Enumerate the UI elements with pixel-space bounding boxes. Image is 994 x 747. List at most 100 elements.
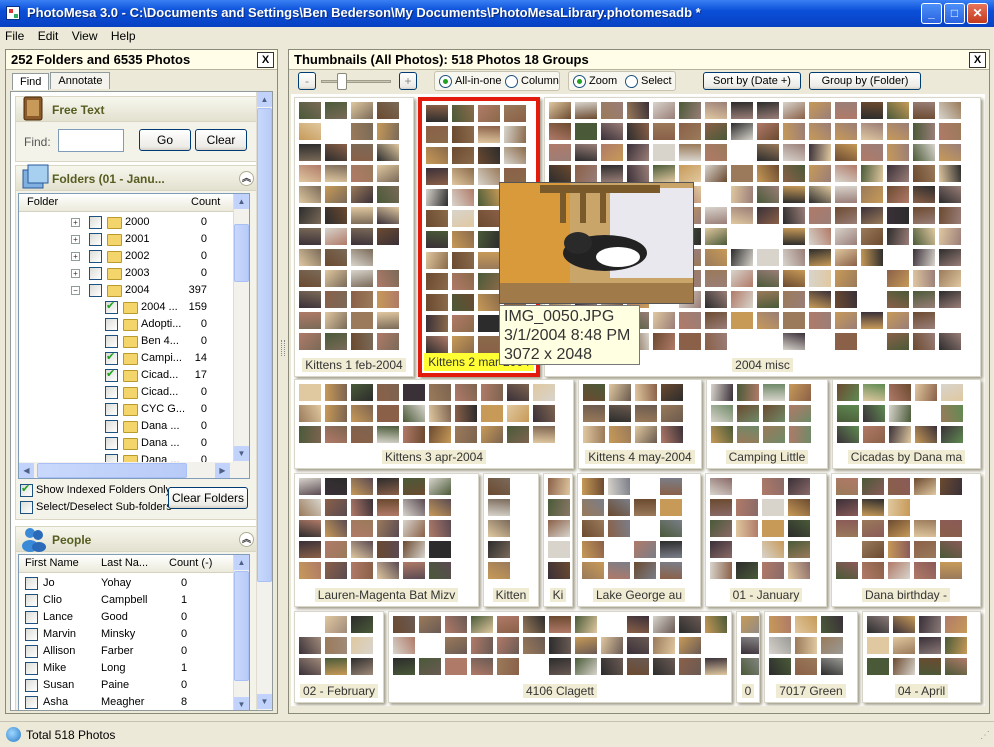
photo-thumbnail[interactable] <box>887 228 909 245</box>
photo-thumbnail[interactable] <box>836 562 858 579</box>
photo-thumbnail[interactable] <box>582 478 604 495</box>
photo-thumbnail[interactable] <box>504 147 526 164</box>
photo-thumbnail[interactable] <box>705 270 727 287</box>
photo-thumbnail[interactable] <box>809 291 831 308</box>
tab-find[interactable]: Find <box>12 73 50 90</box>
menu-edit[interactable]: Edit <box>33 27 64 43</box>
photo-thumbnail[interactable] <box>837 426 859 443</box>
photo-thumbnail[interactable] <box>705 249 727 266</box>
photo-thumbnail[interactable] <box>889 426 911 443</box>
photo-thumbnail[interactable] <box>377 541 399 558</box>
zoom-in-button[interactable]: + <box>399 72 417 90</box>
photo-thumbnail[interactable] <box>452 126 474 143</box>
group-button[interactable]: Group by (Folder) <box>809 72 921 90</box>
person-row[interactable]: Clio Campbell 1 <box>19 592 233 609</box>
app-icon[interactable] <box>6 6 20 20</box>
photo-thumbnail[interactable] <box>741 637 759 654</box>
photo-thumbnail[interactable] <box>351 207 373 224</box>
photo-thumbnail[interactable] <box>679 312 701 329</box>
col-first-name[interactable]: First Name <box>25 557 79 569</box>
photo-thumbnail[interactable] <box>325 312 347 329</box>
photo-thumbnail[interactable] <box>325 478 347 495</box>
folder-checkbox[interactable] <box>105 367 118 382</box>
photo-thumbnail[interactable] <box>634 562 656 579</box>
photo-thumbnail[interactable] <box>583 384 605 401</box>
photo-thumbnail[interactable] <box>627 165 649 182</box>
photo-thumbnail[interactable] <box>710 541 732 558</box>
photo-thumbnail[interactable] <box>351 270 373 287</box>
photo-thumbnail[interactable] <box>741 658 759 675</box>
folder-checkbox[interactable] <box>89 267 102 280</box>
photo-thumbnail[interactable] <box>653 312 675 329</box>
photo-thumbnail[interactable] <box>835 102 857 119</box>
photo-group[interactable]: Ki <box>543 473 573 607</box>
photo-thumbnail[interactable] <box>835 312 857 329</box>
photo-thumbnail[interactable] <box>731 165 753 182</box>
expand-toggle-icon[interactable]: + <box>71 218 80 227</box>
photo-thumbnail[interactable] <box>705 144 727 161</box>
photo-thumbnail[interactable] <box>757 144 779 161</box>
photo-thumbnail[interactable] <box>939 291 961 308</box>
zoom-radio[interactable] <box>573 75 586 88</box>
photo-thumbnail[interactable] <box>736 520 758 537</box>
photo-thumbnail[interactable] <box>575 123 597 140</box>
photo-thumbnail[interactable] <box>737 384 759 401</box>
photo-thumbnail[interactable] <box>705 333 727 350</box>
people-scroll-thumb[interactable] <box>234 571 249 681</box>
photo-thumbnail[interactable] <box>835 165 857 182</box>
photo-thumbnail[interactable] <box>504 126 526 143</box>
folder-row[interactable]: Adopti... 0 <box>19 316 233 333</box>
photo-thumbnail[interactable] <box>887 144 909 161</box>
photo-thumbnail[interactable] <box>861 165 883 182</box>
photo-thumbnail[interactable] <box>705 228 727 245</box>
photo-thumbnail[interactable] <box>325 186 347 203</box>
photo-thumbnail[interactable] <box>299 405 321 422</box>
photo-thumbnail[interactable] <box>429 520 451 537</box>
folder-row[interactable]: Campi... 14 <box>19 350 233 367</box>
photo-thumbnail[interactable] <box>403 478 425 495</box>
photo-thumbnail[interactable] <box>762 520 784 537</box>
photo-thumbnail[interactable] <box>888 562 910 579</box>
photo-thumbnail[interactable] <box>863 426 885 443</box>
col-people-count[interactable]: Count (-) <box>169 557 212 569</box>
zoom-slider-track[interactable] <box>321 80 391 83</box>
photo-thumbnail[interactable] <box>809 144 831 161</box>
folder-row[interactable]: Cicad... 17 <box>19 367 233 384</box>
photo-thumbnail[interactable] <box>783 333 805 350</box>
person-row[interactable]: Asha Meagher 8 <box>19 694 233 710</box>
photo-thumbnail[interactable] <box>941 405 963 422</box>
photo-thumbnail[interactable] <box>939 270 961 287</box>
photo-thumbnail[interactable] <box>861 144 883 161</box>
photo-thumbnail[interactable] <box>679 144 701 161</box>
folder-checkbox[interactable] <box>105 403 118 416</box>
photo-thumbnail[interactable] <box>548 520 570 537</box>
folder-checkbox[interactable] <box>105 350 118 365</box>
photo-thumbnail[interactable] <box>914 562 936 579</box>
photo-thumbnail[interactable] <box>939 144 961 161</box>
photo-thumbnail[interactable] <box>325 102 347 119</box>
photo-thumbnail[interactable] <box>862 478 884 495</box>
photo-thumbnail[interactable] <box>575 165 597 182</box>
photo-thumbnail[interactable] <box>488 499 510 516</box>
folder-row[interactable]: +2002 0 <box>19 248 233 265</box>
photo-thumbnail[interactable] <box>913 123 935 140</box>
free-text-header[interactable]: Free Text <box>15 96 260 122</box>
photo-thumbnail[interactable] <box>861 207 883 224</box>
photo-thumbnail[interactable] <box>429 499 451 516</box>
photo-thumbnail[interactable] <box>377 384 399 401</box>
photo-thumbnail[interactable] <box>769 616 791 633</box>
photo-thumbnail[interactable] <box>809 312 831 329</box>
photo-thumbnail[interactable] <box>861 102 883 119</box>
sort-button[interactable]: Sort by (Date +) <box>703 72 801 90</box>
photo-thumbnail[interactable] <box>582 541 604 558</box>
photo-thumbnail[interactable] <box>861 228 883 245</box>
folder-row[interactable]: Ben 4... 0 <box>19 333 233 350</box>
photo-thumbnail[interactable] <box>757 249 779 266</box>
photo-thumbnail[interactable] <box>783 102 805 119</box>
photo-thumbnail[interactable] <box>705 658 727 675</box>
photo-thumbnail[interactable] <box>757 291 779 308</box>
photo-thumbnail[interactable] <box>377 165 399 182</box>
person-checkbox[interactable] <box>25 628 38 641</box>
photo-thumbnail[interactable] <box>762 562 784 579</box>
photo-thumbnail[interactable] <box>661 426 683 443</box>
